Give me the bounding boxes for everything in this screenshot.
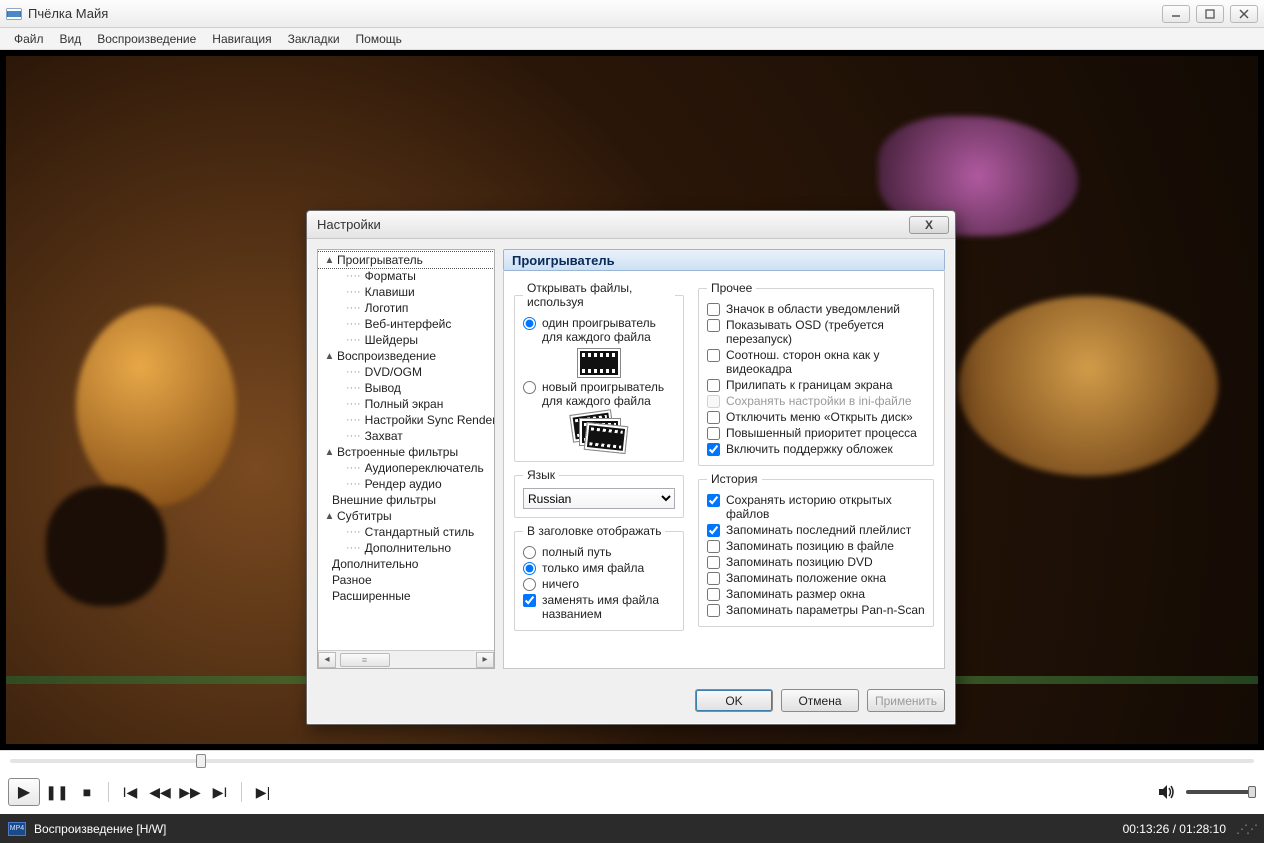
dialog-titlebar[interactable]: Настройки X [307,211,955,239]
titlebar-display-group: В заголовке отображать полный путь тольк… [514,524,684,631]
ok-button[interactable]: OK [695,689,773,712]
volume-slider[interactable] [1186,790,1256,794]
radio-nothing[interactable]: ничего [523,576,675,592]
next-button[interactable]: ▶І [207,781,233,803]
menu-navigation[interactable]: Навигация [204,29,279,49]
check-snap[interactable]: Прилипать к границам экрана [707,377,925,393]
status-bar: MP4 Воспроизведение [H/W] 00:13:26 / 01:… [0,814,1264,843]
tree-keys[interactable]: ····Клавиши [318,284,494,300]
film-stack-icon [572,413,626,451]
menubar: Файл Вид Воспроизведение Навигация Закла… [0,28,1264,50]
check-winsize[interactable]: Запоминать размер окна [707,586,925,602]
menu-file[interactable]: Файл [6,29,52,49]
check-playlist[interactable]: Запоминать последний плейлист [707,522,925,538]
check-ini: Сохранять настройки в ini-файле [707,393,925,409]
scroll-right-icon[interactable]: ▸ [476,652,494,668]
settings-dialog: Настройки X ▲Проигрыватель ····Форматы ·… [306,210,956,725]
check-recent[interactable]: Сохранять историю открытых файлов [707,492,925,522]
check-replace-title[interactable]: заменять имя файла названием [523,592,675,622]
seek-thumb[interactable] [196,754,206,768]
radio-full-path[interactable]: полный путь [523,544,675,560]
radio-filename[interactable]: только имя файла [523,560,675,576]
tree-player[interactable]: ▲Проигрыватель [318,252,494,268]
tree-misc[interactable]: Разное [318,572,494,588]
forward-button[interactable]: ▶▶ [177,781,203,803]
tree-internal[interactable]: ▲Встроенные фильтры [318,444,494,460]
tree-std[interactable]: ····Стандартный стиль [318,524,494,540]
tree-arender[interactable]: ····Рендер аудио [318,476,494,492]
volume-icon[interactable] [1154,781,1180,803]
minimize-button[interactable] [1162,5,1190,23]
cancel-button[interactable]: Отмена [781,689,859,712]
apply-button[interactable]: Применить [867,689,945,712]
tree-external[interactable]: Внешние фильтры [318,492,494,508]
check-filepos[interactable]: Запоминать позицию в файле [707,538,925,554]
play-button[interactable]: ▶ [8,778,40,806]
radio-one-player[interactable]: один проигрыватель для каждого файла [523,315,675,345]
tree-web[interactable]: ····Веб-интерфейс [318,316,494,332]
tree-capture[interactable]: ····Захват [318,428,494,444]
format-icon: MP4 [8,822,26,836]
check-priority[interactable]: Повышенный приоритет процесса [707,425,925,441]
tree-audiosw[interactable]: ····Аудиопереключатель [318,460,494,476]
tree-hscroll[interactable]: ◂ ≡ ▸ [318,650,494,668]
section-header: Проигрыватель [503,249,945,271]
playback-controls: ▶ ❚❚ ■ І◀ ◀◀ ▶▶ ▶І ▶| [0,770,1264,814]
tree-subs[interactable]: ▲Субтитры [318,508,494,524]
window-title: Пчёлка Майя [28,6,108,21]
check-disable-open-disc[interactable]: Отключить меню «Открыть диск» [707,409,925,425]
film-single-icon [578,349,620,377]
pause-button[interactable]: ❚❚ [44,781,70,803]
check-winpos[interactable]: Запоминать положение окна [707,570,925,586]
step-button[interactable]: ▶| [250,781,276,803]
tree-advanced[interactable]: Расширенные [318,588,494,604]
close-button[interactable] [1230,5,1258,23]
language-group: Язык Russian [514,468,684,518]
tree-playback[interactable]: ▲Воспроизведение [318,348,494,364]
tree-extra[interactable]: ····Дополнительно [318,540,494,556]
check-pns[interactable]: Запоминать параметры Pan-n-Scan [707,602,925,618]
tree-formats[interactable]: ····Форматы [318,268,494,284]
video-area[interactable]: Настройки X ▲Проигрыватель ····Форматы ·… [0,50,1264,750]
tree-output[interactable]: ····Вывод [318,380,494,396]
check-osd[interactable]: Показывать OSD (требуется перезапуск) [707,317,925,347]
time-display: 00:13:26 / 01:28:10 [1123,822,1226,836]
language-select[interactable]: Russian [523,488,675,509]
rewind-button[interactable]: ◀◀ [147,781,173,803]
tree-sync[interactable]: ····Настройки Sync Render [318,412,494,428]
settings-tree[interactable]: ▲Проигрыватель ····Форматы ····Клавиши ·… [317,249,495,669]
dialog-title: Настройки [317,217,381,232]
history-group: История Сохранять историю открытых файло… [698,472,934,627]
volume-thumb[interactable] [1248,786,1256,798]
maximize-button[interactable] [1196,5,1224,23]
status-text: Воспроизведение [H/W] [34,822,166,836]
seek-bar[interactable] [0,750,1264,770]
prev-button[interactable]: І◀ [117,781,143,803]
other-group: Прочее Значок в области уведомлений Пока… [698,281,934,466]
menu-help[interactable]: Помощь [348,29,410,49]
stop-button[interactable]: ■ [74,781,100,803]
menu-view[interactable]: Вид [52,29,90,49]
tree-shaders[interactable]: ····Шейдеры [318,332,494,348]
check-covers[interactable]: Включить поддержку обложек [707,441,925,457]
check-aspect[interactable]: Соотнош. сторон окна как у видеокадра [707,347,925,377]
dialog-close-button[interactable]: X [909,216,949,234]
tree-fullscreen[interactable]: ····Полный экран [318,396,494,412]
menu-playback[interactable]: Воспроизведение [89,29,204,49]
titlebar: Пчёлка Майя [0,0,1264,28]
resize-grip[interactable]: ⋰⋰ [1236,822,1256,836]
check-tray-icon[interactable]: Значок в области уведомлений [707,301,925,317]
open-files-group: Открывать файлы, используя один проигрыв… [514,281,684,462]
app-icon [6,6,22,22]
tree-logo[interactable]: ····Логотип [318,300,494,316]
scroll-left-icon[interactable]: ◂ [318,652,336,668]
tree-dvd[interactable]: ····DVD/OGM [318,364,494,380]
check-dvdpos[interactable]: Запоминать позицию DVD [707,554,925,570]
menu-bookmarks[interactable]: Закладки [280,29,348,49]
scroll-thumb[interactable]: ≡ [340,653,390,667]
tree-extra2[interactable]: Дополнительно [318,556,494,572]
radio-new-player[interactable]: новый проигрыватель для каждого файла [523,379,675,409]
